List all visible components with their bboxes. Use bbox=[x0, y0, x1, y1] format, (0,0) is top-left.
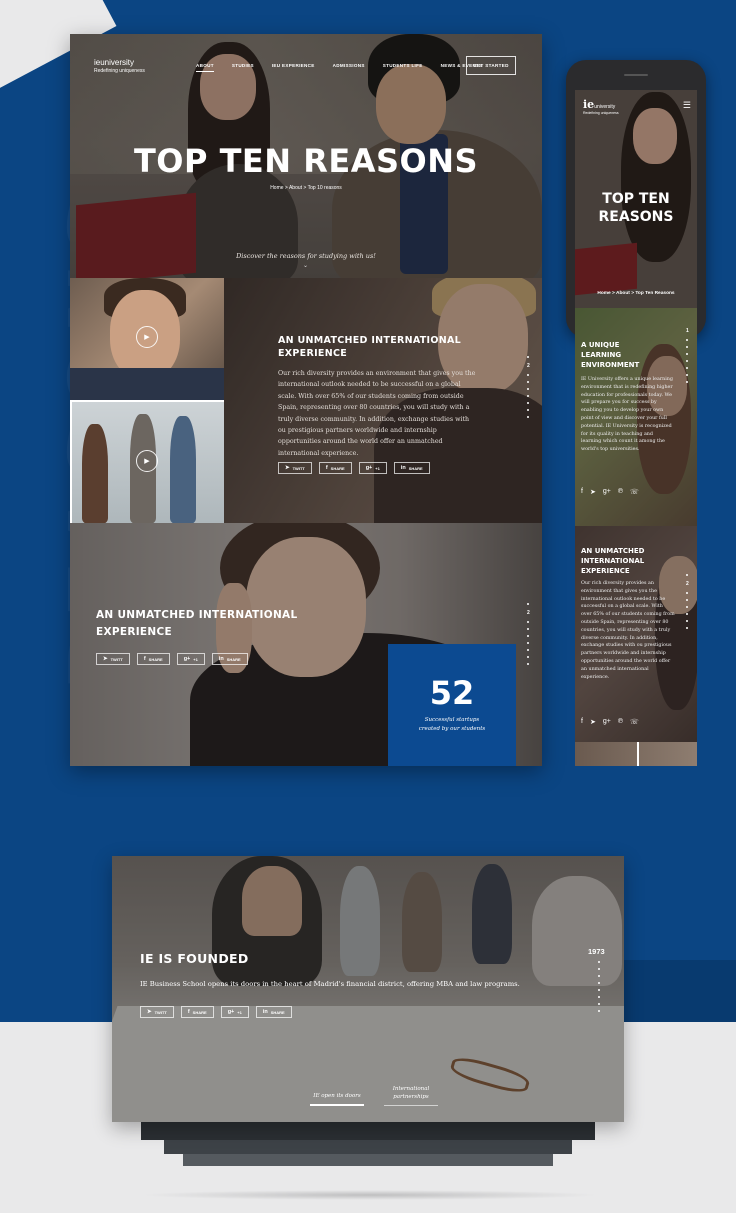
google-plus-icon[interactable]: g+ bbox=[603, 488, 611, 496]
google-plus-icon: g+ bbox=[183, 656, 191, 662]
hamburger-menu-icon[interactable]: ☰ bbox=[683, 100, 691, 111]
phone-screen: ieuniversity Redefining uniqueness ☰ TOP … bbox=[575, 90, 697, 336]
section-dots-nav[interactable]: 2 bbox=[527, 356, 530, 418]
facebook-icon[interactable]: f bbox=[581, 718, 583, 726]
twitter-icon: ➤ bbox=[147, 1009, 152, 1015]
whatsapp-icon[interactable]: ☏ bbox=[630, 488, 639, 496]
linkedin-share-button[interactable]: in SHARE bbox=[255, 1006, 292, 1018]
timeline-title: IE IS FOUNDED bbox=[140, 951, 249, 966]
timeline-body: IE Business School opens its doors in th… bbox=[140, 980, 520, 988]
section-dots-nav[interactable]: 1 bbox=[686, 328, 689, 383]
pinterest-icon[interactable]: ℗ bbox=[618, 718, 623, 726]
play-icon[interactable]: ▶ bbox=[136, 326, 158, 348]
facebook-icon: f bbox=[143, 656, 146, 662]
facebook-share-button[interactable]: f SHARE bbox=[318, 462, 352, 474]
facebook-share-button[interactable]: f SHARE bbox=[136, 653, 170, 665]
stat-box: 52 Successful startups created by our st… bbox=[388, 644, 516, 766]
twitter-share-button[interactable]: ➤ TWITT bbox=[278, 462, 312, 474]
desktop-mockup: ieuniversity Redefining uniqueness ABOUT… bbox=[70, 34, 542, 766]
play-icon[interactable]: ▶ bbox=[136, 450, 158, 472]
page-title: TOP TEN REASONS bbox=[133, 142, 479, 180]
google-plus-icon: g+ bbox=[365, 465, 373, 471]
mobile-card-next-preview bbox=[575, 742, 697, 766]
logo-tagline: Redefining uniqueness bbox=[94, 68, 145, 74]
section-title: AN UNMATCHED INTERNATIONAL EXPERIENCE bbox=[96, 609, 298, 638]
linkedin-icon: in bbox=[400, 465, 406, 471]
breadcrumb[interactable]: Home > About > Top Ten Reasons bbox=[575, 291, 697, 296]
linkedin-share-button[interactable]: in SHARE bbox=[393, 462, 430, 474]
phone-speaker bbox=[624, 74, 648, 76]
google-plus-share-button[interactable]: g+ +1 bbox=[358, 462, 387, 474]
tab-international-partnerships[interactable]: International partnerships bbox=[384, 1082, 438, 1106]
share-buttons: ➤ TWITT f SHARE g+ +1 in SHARE bbox=[140, 1006, 292, 1018]
site-logo[interactable]: ieuniversity Redefining uniqueness bbox=[583, 98, 619, 115]
nav-item-about[interactable]: ABOUT bbox=[196, 63, 214, 72]
section-body: Our rich diversity provides an environme… bbox=[278, 370, 476, 457]
main-nav: ABOUT STUDIES IEU EXPERIENCE ADMISSIONS … bbox=[196, 63, 501, 72]
breadcrumb[interactable]: Home > About > Top 10 reasons bbox=[70, 185, 542, 191]
twitter-share-button[interactable]: ➤ TWITT bbox=[140, 1006, 174, 1018]
share-buttons: ➤ TWITT f SHARE g+ +1 in SHARE bbox=[96, 653, 248, 665]
dot-current-number: 2 bbox=[527, 363, 530, 369]
nav-item-admissions[interactable]: ADMISSIONS bbox=[333, 63, 365, 72]
facebook-icon: f bbox=[187, 1009, 190, 1015]
card-title: A UNIQUE LEARNING ENVIRONMENT bbox=[581, 341, 640, 369]
section-dots-nav[interactable]: 2 bbox=[686, 574, 689, 629]
whatsapp-icon[interactable]: ☏ bbox=[630, 718, 639, 726]
section-title: AN UNMATCHED INTERNATIONAL EXPERIENCE bbox=[278, 335, 462, 359]
mobile-card-international: AN UNMATCHED INTERNATIONAL EXPERIENCE Ou… bbox=[575, 526, 697, 742]
twitter-icon[interactable]: ➤ bbox=[590, 488, 596, 496]
google-plus-share-button[interactable]: g+ +1 bbox=[176, 653, 205, 665]
share-buttons: ➤ TWITT f SHARE g+ +1 in SHARE bbox=[278, 462, 430, 474]
section-dots-nav[interactable]: 2 bbox=[527, 603, 530, 665]
timeline-dots-nav[interactable] bbox=[598, 961, 600, 1012]
social-icons: f ➤ g+ ℗ ☏ bbox=[581, 718, 639, 726]
page-title: TOP TEN REASONS bbox=[598, 191, 674, 225]
card-body: Our rich diversity provides an environme… bbox=[581, 581, 675, 680]
google-plus-share-button[interactable]: g+ +1 bbox=[220, 1006, 249, 1018]
hero-section: ieuniversity Redefining uniqueness ABOUT… bbox=[70, 34, 542, 278]
phone-mockup: ieuniversity Redefining uniqueness ☰ TOP … bbox=[566, 60, 706, 338]
logo-name: university bbox=[100, 58, 135, 67]
google-plus-icon: g+ bbox=[227, 1009, 235, 1015]
linkedin-share-button[interactable]: in SHARE bbox=[211, 653, 248, 665]
site-logo[interactable]: ieuniversity Redefining uniqueness bbox=[94, 50, 145, 74]
timeline-section: IE IS FOUNDED IE Business School opens i… bbox=[112, 856, 624, 1122]
linkedin-icon: in bbox=[262, 1009, 268, 1015]
reason-section-international: ▶ ▶ AN UNMATCHED INTERNATIONAL EXPERIENC… bbox=[70, 278, 542, 523]
nav-item-students-life[interactable]: STUDENTS LIFE bbox=[383, 63, 423, 72]
twitter-icon: ➤ bbox=[285, 465, 290, 471]
dot-current-number: 2 bbox=[527, 610, 530, 616]
mobile-card-learning: A UNIQUE LEARNING ENVIRONMENT IE Univers… bbox=[575, 308, 697, 526]
facebook-icon[interactable]: f bbox=[581, 488, 583, 496]
google-plus-icon[interactable]: g+ bbox=[603, 718, 611, 726]
stacked-slide-3 bbox=[183, 1152, 553, 1166]
facebook-share-button[interactable]: f SHARE bbox=[180, 1006, 214, 1018]
nav-item-ieu-experience[interactable]: IEU EXPERIENCE bbox=[272, 63, 315, 72]
linkedin-icon: in bbox=[218, 656, 224, 662]
social-icons: f ➤ g+ ℗ ☏ bbox=[581, 488, 639, 496]
twitter-icon[interactable]: ➤ bbox=[590, 718, 596, 726]
stat-value: 52 bbox=[429, 674, 475, 712]
hero-subtitle: Discover the reasons for studying with u… bbox=[236, 252, 376, 260]
reason-section-startups: AN UNMATCHED INTERNATIONAL EXPERIENCE ➤ T… bbox=[70, 523, 542, 766]
timeline-tabs: IE open its doors International partners… bbox=[310, 1082, 438, 1106]
video-thumbnail-1[interactable]: ▶ bbox=[70, 278, 224, 400]
pinterest-icon[interactable]: ℗ bbox=[618, 488, 623, 496]
stat-caption: Successful startups created by our stude… bbox=[418, 717, 486, 732]
timeline-year: 1973 bbox=[588, 947, 605, 956]
facebook-icon: f bbox=[325, 465, 328, 471]
card-body: IE University offers a unique learning e… bbox=[581, 377, 673, 453]
chevron-down-icon[interactable]: ⌄ bbox=[303, 262, 308, 269]
video-thumbnail-2[interactable]: ▶ bbox=[70, 400, 224, 523]
nav-item-studies[interactable]: STUDIES bbox=[232, 63, 254, 72]
twitter-icon: ➤ bbox=[103, 656, 108, 662]
tab-ie-open-its-doors[interactable]: IE open its doors bbox=[310, 1082, 364, 1106]
get-started-button[interactable]: GET STARTED bbox=[466, 56, 516, 75]
stacked-slide-1 bbox=[141, 1120, 595, 1140]
twitter-share-button[interactable]: ➤ TWITT bbox=[96, 653, 130, 665]
card-title: AN UNMATCHED INTERNATIONAL EXPERIENCE bbox=[581, 547, 645, 575]
